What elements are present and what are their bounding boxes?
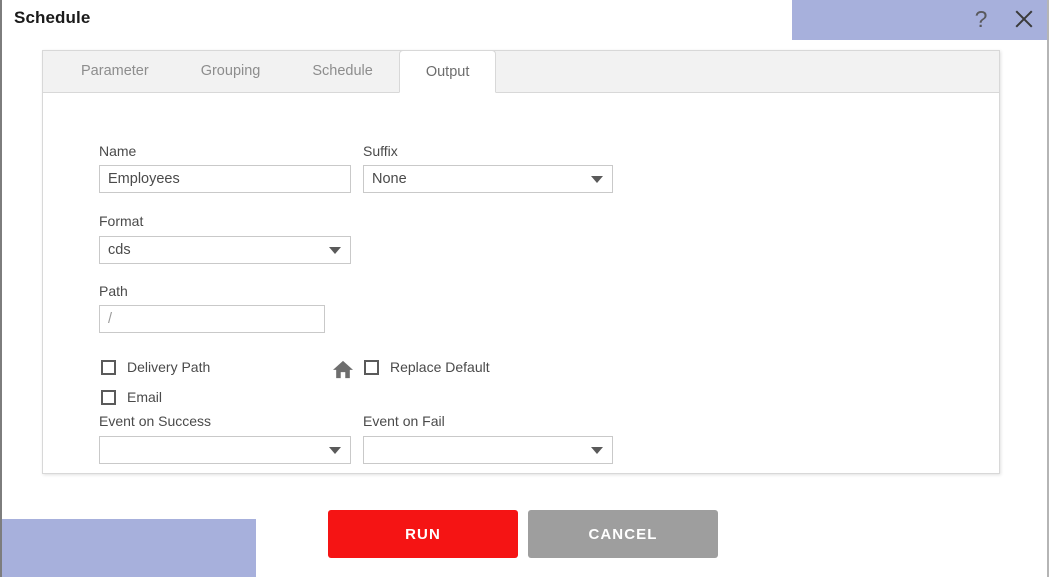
chevron-down-icon xyxy=(591,447,603,454)
event-on-fail-select[interactable] xyxy=(363,436,613,464)
dialog-footer: RUN CANCEL xyxy=(0,510,1049,562)
chevron-down-icon xyxy=(329,247,341,254)
path-input[interactable] xyxy=(99,305,325,333)
close-icon[interactable] xyxy=(1010,5,1038,33)
path-label: Path xyxy=(99,283,128,299)
tab-parameter[interactable]: Parameter xyxy=(55,50,175,92)
checkbox-replace-default[interactable]: Replace Default xyxy=(364,359,490,375)
checkbox-label: Replace Default xyxy=(390,359,490,375)
home-icon[interactable] xyxy=(332,359,354,379)
name-label: Name xyxy=(99,143,137,159)
help-icon[interactable]: ? xyxy=(968,4,994,34)
run-button[interactable]: RUN xyxy=(328,510,518,558)
format-select-value: cds xyxy=(108,242,131,258)
checkbox-delivery-path[interactable]: Delivery Path xyxy=(101,359,210,375)
tab-strip: Parameter Grouping Schedule Output xyxy=(43,50,999,93)
checkbox-label: Delivery Path xyxy=(127,359,211,375)
suffix-label: Suffix xyxy=(363,143,398,159)
chevron-down-icon xyxy=(329,447,341,454)
format-label: Format xyxy=(99,213,144,229)
event-on-success-value xyxy=(108,437,322,463)
checkbox-box xyxy=(101,389,116,405)
cancel-button[interactable]: CANCEL xyxy=(528,510,718,558)
chevron-down-icon xyxy=(591,176,603,183)
tab-schedule[interactable]: Schedule xyxy=(286,50,398,92)
event-on-success-label: Event on Success xyxy=(99,413,212,429)
output-form: Name Suffix None Format cds Path Deliver… xyxy=(43,93,999,464)
suffix-select[interactable]: None xyxy=(363,165,613,193)
format-select[interactable]: cds xyxy=(99,236,351,264)
checkbox-label: Email xyxy=(127,389,163,405)
suffix-select-value: None xyxy=(372,171,407,187)
checkbox-box xyxy=(101,359,116,375)
event-on-fail-value xyxy=(372,437,584,463)
output-tab-panel: Parameter Grouping Schedule Output Name … xyxy=(42,50,1000,474)
title-bar: Schedule ? xyxy=(2,0,1047,40)
checkbox-box xyxy=(364,359,379,375)
event-on-fail-label: Event on Fail xyxy=(363,413,445,429)
name-input[interactable] xyxy=(99,165,351,193)
tab-grouping[interactable]: Grouping xyxy=(175,50,287,92)
dialog-title: Schedule xyxy=(14,8,91,27)
event-on-success-select[interactable] xyxy=(99,436,351,464)
tab-output[interactable]: Output xyxy=(398,50,497,93)
checkbox-email[interactable]: Email xyxy=(101,389,162,405)
left-upper-background xyxy=(2,40,22,420)
